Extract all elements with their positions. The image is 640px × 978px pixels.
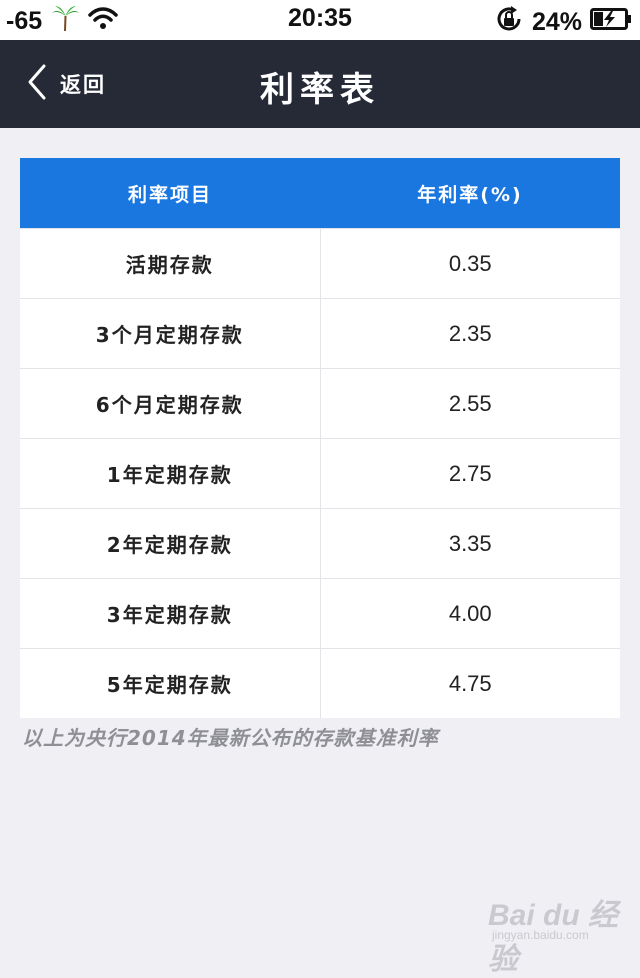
battery-percent: 24% — [531, 8, 582, 36]
column-header-rate: 年利率(%) — [320, 158, 620, 229]
footnote: 以上为央行2014年最新公布的存款基准利率 — [22, 726, 439, 750]
rate-value: 2.55 — [320, 368, 620, 439]
rate-item: 6个月定期存款 — [20, 368, 321, 439]
page-title: 利率表 — [260, 70, 380, 110]
rate-item: 1年定期存款 — [20, 438, 321, 509]
rate-value: 4.00 — [320, 578, 620, 649]
table-row: 3年定期存款 4.00 — [20, 578, 620, 649]
table-header-row: 利率项目 年利率(%) — [20, 158, 620, 229]
rate-table: 利率项目 年利率(%) 活期存款 0.35 3个月定期存款 2.35 6个月定期… — [20, 158, 620, 718]
watermark: Bai du 经验 jingyan.baidu.com — [488, 890, 628, 976]
rate-value: 2.75 — [320, 438, 620, 509]
watermark-url: jingyan.baidu.com — [492, 928, 589, 942]
table-row: 活期存款 0.35 — [20, 228, 620, 299]
rate-value: 4.75 — [320, 648, 620, 718]
status-bar: -65 20:35 24% — [0, 0, 640, 40]
rate-item: 5年定期存款 — [20, 648, 321, 718]
rate-item: 3年定期存款 — [20, 578, 321, 649]
table-row: 1年定期存款 2.75 — [20, 438, 620, 509]
battery-charging-icon — [590, 8, 632, 37]
table-row: 5年定期存款 4.75 — [20, 648, 620, 718]
table-row: 2年定期存款 3.35 — [20, 508, 620, 579]
rate-item: 3个月定期存款 — [20, 298, 321, 369]
table-row: 6个月定期存款 2.55 — [20, 368, 620, 439]
table-row: 3个月定期存款 2.35 — [20, 298, 620, 369]
status-right: 24% — [494, 4, 632, 41]
rate-value: 2.35 — [320, 298, 620, 369]
nav-bar: 返回 利率表 — [0, 40, 640, 128]
rate-item: 活期存款 — [20, 228, 321, 299]
column-header-item: 利率项目 — [20, 158, 320, 229]
rate-value: 3.35 — [320, 508, 620, 579]
rotation-lock-icon — [494, 4, 524, 41]
rate-item: 2年定期存款 — [20, 508, 321, 579]
rate-value: 0.35 — [320, 228, 620, 299]
